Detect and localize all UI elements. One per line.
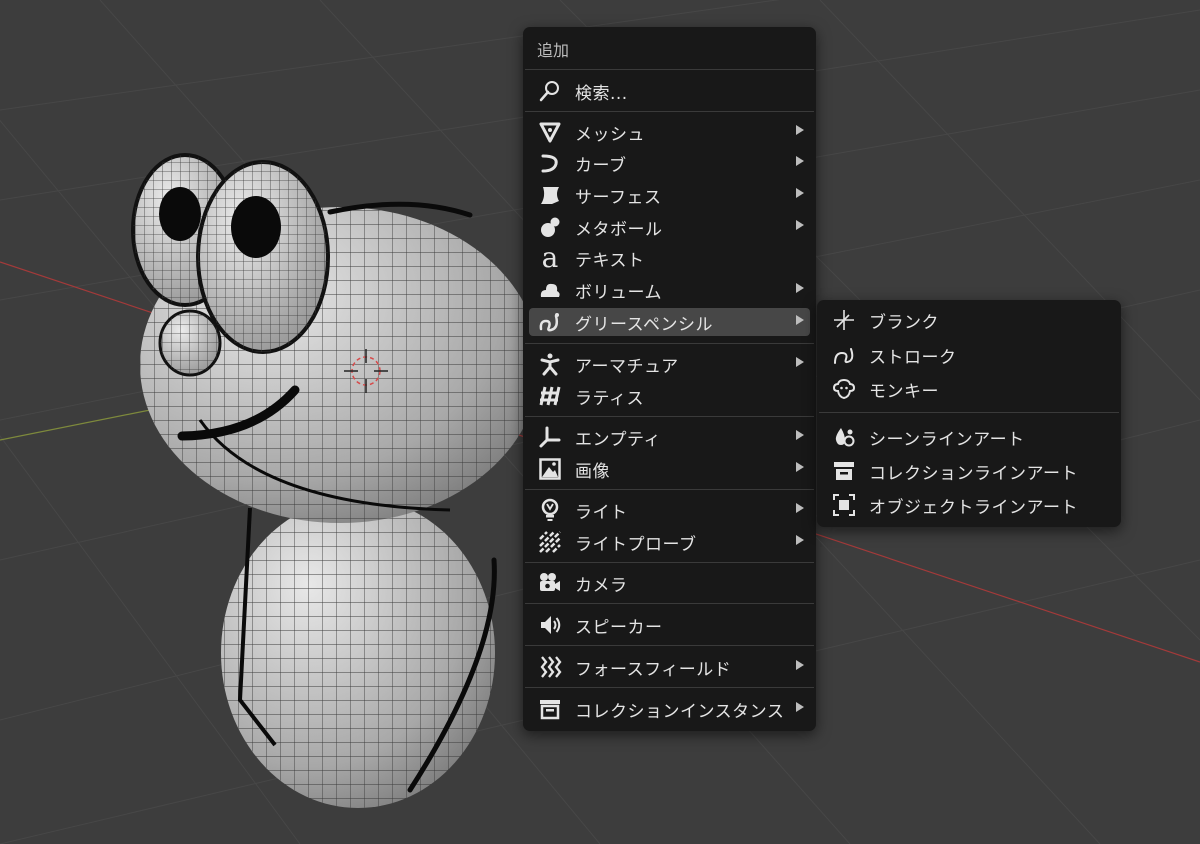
speaker-icon [537,612,563,638]
metaball-icon [537,214,563,240]
menu-item-label: コレクションインスタンス [575,701,785,722]
submenu-arrow-icon [796,535,804,545]
menu-item-label: カーブ [575,155,627,176]
menu-separator [525,687,814,688]
image-icon [537,456,563,482]
menu-item-force-field[interactable]: フォースフィールド [529,653,810,681]
menu-item-image[interactable]: 画像 [529,455,810,483]
menu-item-search[interactable]: 検索... [529,77,810,105]
menu-item-label: メッシュ [575,124,645,145]
menu-item-label: エンプティ [575,429,661,450]
menu-item-label: モンキー [869,381,939,402]
submenu-arrow-icon [796,156,804,166]
menu-item-light[interactable]: ライト [529,496,810,524]
menu-item-label: ライトプローブ [575,534,697,555]
menu-item-label: スピーカー [575,617,663,638]
light-probe-icon [537,529,563,555]
submenu-arrow-icon [796,125,804,135]
menu-item-label: サーフェス [575,187,662,208]
camera-icon [537,570,563,596]
menu-item-camera[interactable]: カメラ [529,569,810,597]
submenu-arrow-icon [796,220,804,230]
collection-lineart-icon [831,458,857,484]
submenu-arrow-icon [796,188,804,198]
submenu-item-blank[interactable]: ブランク [823,306,1115,334]
submenu-arrow-icon [796,283,804,293]
add-menu: 追加 検索... メッシュ カーブ サーフェス メタボール a テキスト ボリュ… [523,27,816,731]
menu-item-lattice[interactable]: ラティス [529,382,810,410]
submenu-arrow-icon [796,503,804,513]
menu-item-speaker[interactable]: スピーカー [529,611,810,639]
volume-icon [537,277,563,303]
menu-item-text[interactable]: a テキスト [529,244,810,272]
menu-item-light-probe[interactable]: ライトプローブ [529,528,810,556]
menu-item-surface[interactable]: サーフェス [529,181,810,209]
character-model [131,153,540,808]
menu-item-volume[interactable]: ボリューム [529,276,810,304]
menu-item-label: テキスト [575,250,645,271]
menu-separator [525,645,814,646]
menu-item-label: アーマチュア [575,356,679,377]
blank-icon [831,307,857,333]
submenu-arrow-icon [796,357,804,367]
light-icon [537,497,563,523]
menu-item-empty[interactable]: エンプティ [529,423,810,451]
menu-item-label: ラティス [575,388,644,409]
armature-icon [537,351,563,377]
force-field-icon [537,654,563,680]
menu-item-label: オブジェクトラインアート [869,497,1078,518]
monkey-icon [831,376,857,402]
menu-item-label: ブランク [869,312,939,333]
menu-separator [819,412,1119,413]
menu-item-metaball[interactable]: メタボール [529,213,810,241]
menu-item-label: コレクションラインアート [869,463,1078,484]
surface-icon [537,182,563,208]
menu-item-collection-instance[interactable]: コレクションインスタンス [529,695,810,723]
menu-item-label: 検索... [575,83,628,104]
lattice-icon [537,383,563,409]
grease-pencil-icon [537,309,563,335]
search-icon [537,78,563,104]
menu-separator [525,562,814,563]
submenu-item-object-lineart[interactable]: オブジェクトラインアート [823,491,1115,519]
submenu-arrow-icon [796,702,804,712]
submenu-item-scene-lineart[interactable]: シーンラインアート [823,423,1115,451]
menu-item-label: グリースペンシル [575,314,713,335]
submenu-arrow-icon [796,462,804,472]
curve-icon [537,150,563,176]
menu-separator [525,416,814,417]
menu-separator [525,69,814,70]
mesh-icon [537,119,563,145]
menu-separator [525,603,814,604]
scene-lineart-icon [831,424,857,450]
menu-item-label: シーンラインアート [869,429,1025,450]
menu-item-label: ライト [575,502,628,523]
menu-item-label: メタボール [575,219,663,240]
submenu-arrow-icon [796,315,804,325]
menu-item-label: カメラ [575,575,628,596]
menu-item-label: フォースフィールド [575,659,732,680]
menu-separator [525,111,814,112]
empty-icon [537,424,563,450]
menu-item-label: 画像 [575,461,610,482]
menu-item-grease-pencil[interactable]: グリースペンシル [529,308,810,336]
menu-item-curve[interactable]: カーブ [529,149,810,177]
menu-item-label: ストローク [869,347,957,368]
menu-item-mesh[interactable]: メッシュ [529,118,810,146]
text-icon: a [541,241,559,274]
menu-separator [525,343,814,344]
menu-separator [525,489,814,490]
submenu-item-stroke[interactable]: ストローク [823,341,1115,369]
menu-item-label: ボリューム [575,282,662,303]
menu-title: 追加 [537,41,570,60]
submenu-arrow-icon [796,660,804,670]
object-lineart-icon [831,492,857,518]
collection-instance-icon [537,696,563,722]
submenu-item-monkey[interactable]: モンキー [823,375,1115,403]
grease-pencil-submenu: ブランク ストローク モンキー シーンラインアート コレクションラインアート オ… [817,300,1121,527]
stroke-icon [831,342,857,368]
submenu-arrow-icon [796,430,804,440]
menu-item-armature[interactable]: アーマチュア [529,350,810,378]
submenu-item-collection-lineart[interactable]: コレクションラインアート [823,457,1115,485]
